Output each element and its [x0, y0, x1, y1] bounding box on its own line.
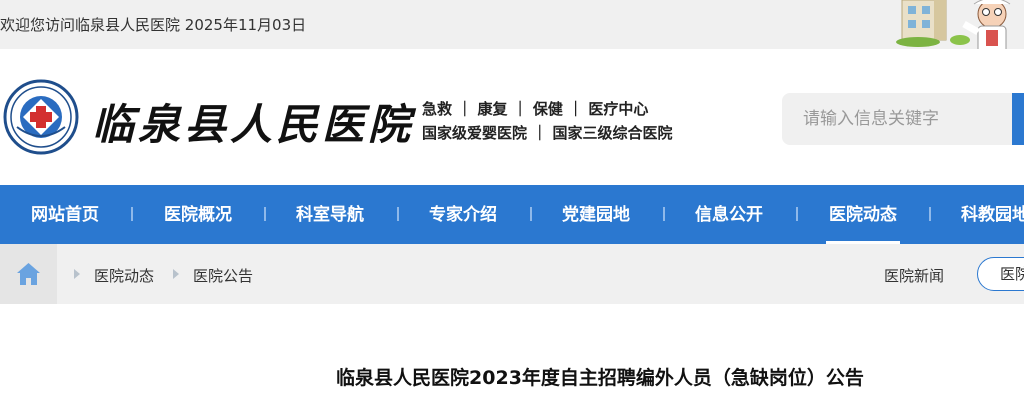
nav-item-disclosure[interactable]: 信息公开 [695, 185, 763, 244]
nav-item-departments[interactable]: 科室导航 [296, 185, 364, 244]
nav-separator [131, 207, 133, 221]
article-title: 临泉县人民医院2023年度自主招聘编外人员（急缺岗位）公告 [336, 367, 864, 389]
nav-separator [929, 207, 931, 221]
nav-separator [264, 207, 266, 221]
nav-item-news[interactable]: 医院动态 [826, 185, 900, 244]
nav-item-party[interactable]: 党建园地 [562, 185, 630, 244]
nav-separator [397, 207, 399, 221]
breadcrumb-item[interactable]: 医院动态 [94, 265, 154, 286]
slogan-line-1: 急救 ｜ 康复 ｜ 保健 ｜ 医疗中心 [422, 100, 649, 118]
breadcrumb-arrow-icon [74, 269, 80, 279]
search-input[interactable] [782, 93, 1002, 145]
hospital-logo-icon[interactable] [3, 79, 79, 155]
nav-item-education[interactable]: 科教园地 [961, 185, 1024, 244]
nav-separator [663, 207, 665, 221]
breadcrumb-arrow-icon [173, 269, 179, 279]
nav-separator [796, 207, 798, 221]
welcome-text: 欢迎您访问临泉县人民医院 2025年11月03日 [0, 16, 307, 34]
slogan-line-2: 国家级爱婴医院 ｜ 国家三级综合医院 [422, 124, 673, 142]
breadcrumb-item[interactable]: 医院公告 [193, 265, 253, 286]
breadcrumb: 医院动态 医院公告 医院新闻 医院公告 [0, 244, 1024, 304]
search-box [782, 93, 1024, 145]
subnav-notice-button[interactable]: 医院公告 [977, 257, 1024, 291]
main-nav: 网站首页 医院概况 科室导航 专家介绍 党建园地 信息公开 医院动态 科教园地 [0, 185, 1024, 244]
home-icon [17, 263, 40, 285]
nav-separator [530, 207, 532, 221]
nav-item-home[interactable]: 网站首页 [31, 185, 99, 244]
nav-item-experts[interactable]: 专家介绍 [429, 185, 497, 244]
search-button[interactable] [1012, 93, 1024, 145]
home-button[interactable] [0, 244, 57, 304]
site-header: 临泉县人民医院 急救 ｜ 康复 ｜ 保健 ｜ 医疗中心 国家级爱婴医院 ｜ 国家… [0, 49, 1024, 185]
top-welcome-bar: 欢迎您访问临泉县人民医院 2025年11月03日 [0, 0, 1024, 70]
site-name: 临泉县人民医院 [92, 100, 415, 149]
subnav-news-link[interactable]: 医院新闻 [884, 265, 944, 286]
nav-item-overview[interactable]: 医院概况 [164, 185, 232, 244]
